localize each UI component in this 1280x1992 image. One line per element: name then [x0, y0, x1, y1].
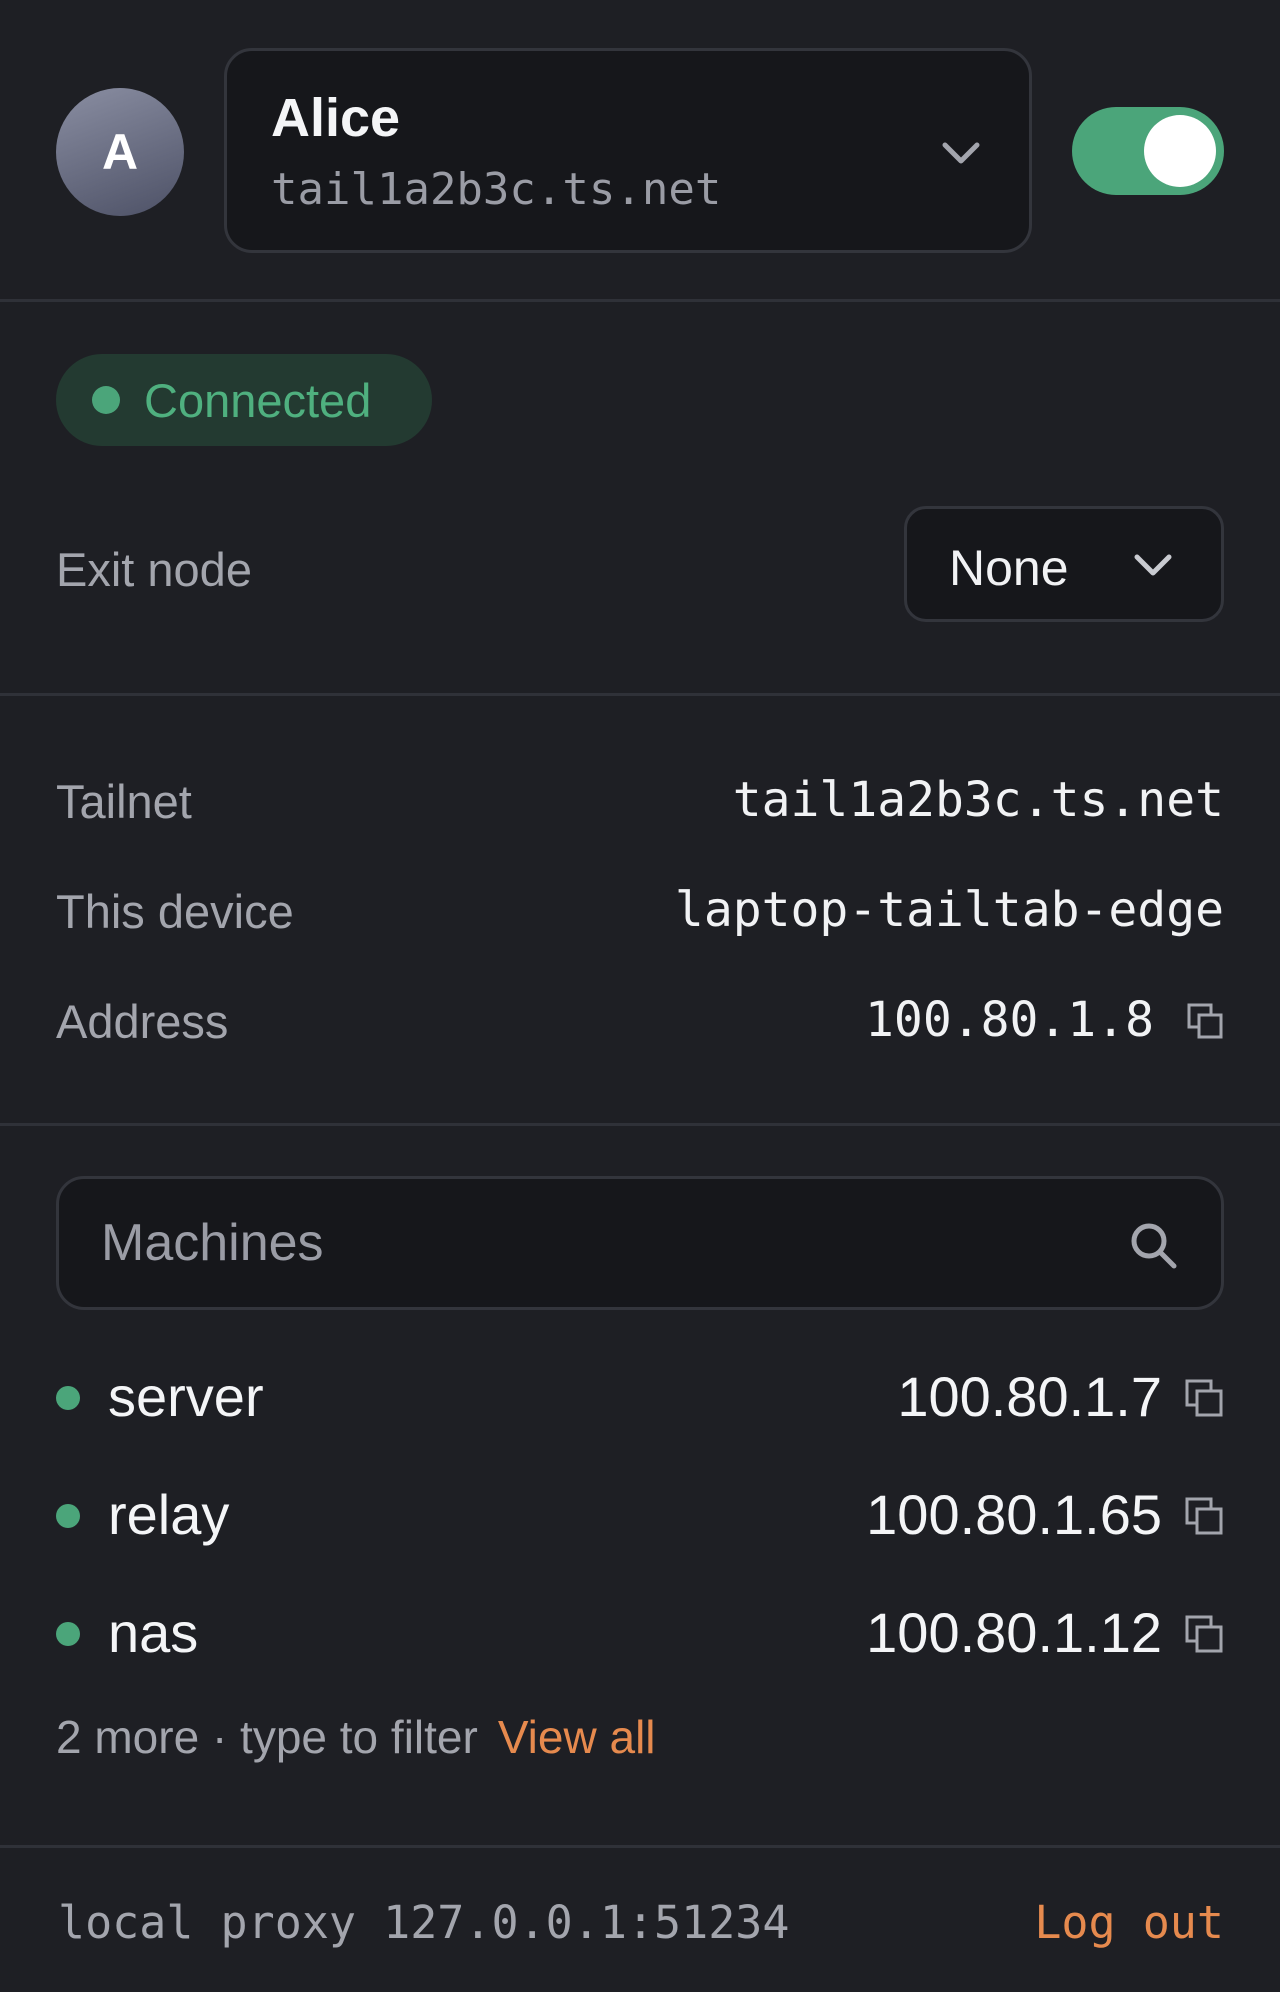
status-badge-label: Connected	[144, 373, 372, 427]
exit-node-label: Exit node	[56, 543, 252, 596]
status-dot-icon	[56, 1622, 80, 1646]
info-row-address: Address 100.80.1.8	[56, 992, 1224, 1064]
footer: local proxy 127.0.0.1:51234 Log out	[0, 1845, 1280, 1992]
exit-node-value: None	[949, 540, 1069, 596]
machine-name: nas	[108, 1601, 199, 1664]
device-label: This device	[56, 885, 294, 938]
chevron-down-icon	[1134, 554, 1172, 576]
view-all-link[interactable]: View all	[498, 1711, 656, 1763]
search-placeholder: Machines	[101, 1214, 324, 1272]
device-value: laptop-tailtab-edge	[674, 882, 1224, 938]
more-machines-row: 2 more · type to filter View all	[56, 1710, 656, 1764]
machine-name: server	[108, 1365, 264, 1428]
connection-toggle[interactable]	[1072, 107, 1224, 195]
copy-icon[interactable]	[1184, 1614, 1224, 1654]
status-dot-icon	[56, 1386, 80, 1410]
search-icon	[1131, 1223, 1177, 1269]
device-info-section: Tailnet tail1a2b3c.ts.net This device la…	[0, 696, 1280, 1126]
machine-ip: 100.80.1.12	[866, 1601, 1162, 1664]
account-tailnet: tail1a2b3c.ts.net	[271, 164, 722, 215]
status-badge: Connected	[56, 354, 432, 446]
chevron-down-icon	[942, 142, 980, 164]
tailnet-label: Tailnet	[56, 775, 192, 828]
exit-node-select[interactable]: None	[904, 506, 1224, 622]
machines-search[interactable]: Machines	[56, 1176, 1224, 1310]
more-machines-text: 2 more · type to filter	[56, 1711, 478, 1763]
copy-icon[interactable]	[1184, 1378, 1224, 1418]
status-dot-icon	[92, 386, 120, 414]
address-value: 100.80.1.8	[865, 992, 1154, 1048]
address-label: Address	[56, 995, 229, 1048]
account-name: Alice	[271, 88, 401, 148]
toggle-knob	[1144, 115, 1216, 187]
status-section: Connected Exit node None	[0, 302, 1280, 696]
status-dot-icon	[56, 1504, 80, 1528]
avatar: A	[56, 88, 184, 216]
machine-name: relay	[108, 1483, 230, 1546]
info-row-device: This device laptop-tailtab-edge	[56, 882, 1224, 954]
tailnet-value: tail1a2b3c.ts.net	[732, 772, 1224, 828]
machine-ip: 100.80.1.7	[897, 1365, 1162, 1428]
logout-button[interactable]: Log out	[1034, 1896, 1224, 1949]
machine-row[interactable]: server 100.80.1.7	[56, 1364, 1224, 1444]
account-header: A Alice tail1a2b3c.ts.net	[0, 0, 1280, 302]
info-row-tailnet: Tailnet tail1a2b3c.ts.net	[56, 772, 1224, 844]
machine-row[interactable]: relay 100.80.1.65	[56, 1482, 1224, 1562]
copy-icon[interactable]	[1184, 1496, 1224, 1536]
local-proxy-text: local proxy 127.0.0.1:51234	[58, 1896, 790, 1949]
avatar-initial: A	[101, 124, 139, 180]
account-switcher[interactable]: Alice tail1a2b3c.ts.net	[224, 48, 1032, 253]
machine-row[interactable]: nas 100.80.1.12	[56, 1600, 1224, 1680]
tailscale-popup-panel: A Alice tail1a2b3c.ts.net Connected Exit…	[0, 0, 1280, 1992]
copy-icon[interactable]	[1186, 1002, 1224, 1040]
machine-ip: 100.80.1.65	[866, 1483, 1162, 1546]
